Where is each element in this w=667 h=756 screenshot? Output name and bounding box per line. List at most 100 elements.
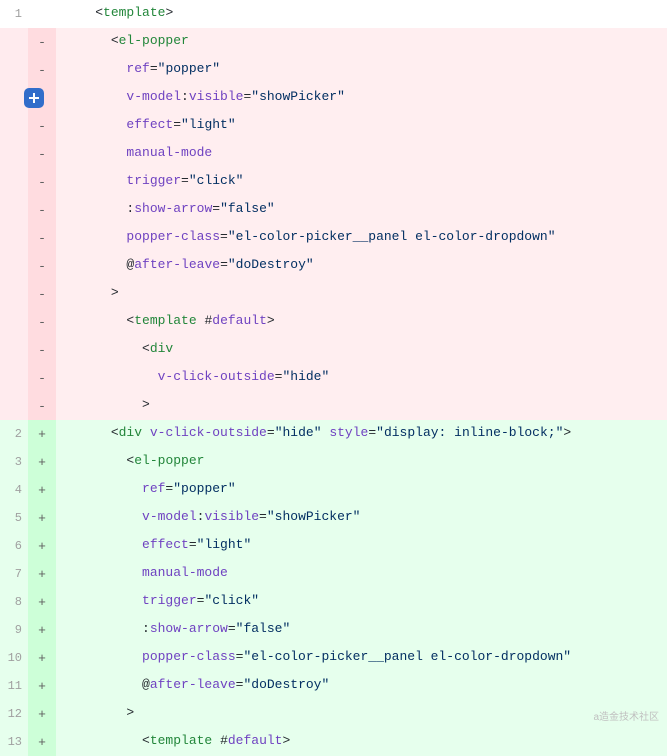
line-number: 12 [0,700,28,728]
diff-line[interactable]: - trigger="click" [0,168,667,196]
code-content: ref="popper" [56,476,667,504]
code-content: <div [56,336,667,364]
code-content: @after-leave="doDestroy" [56,252,667,280]
line-number: 3 [0,448,28,476]
diff-marker: - [28,280,56,308]
expand-button[interactable] [24,88,44,108]
diff-marker: - [28,196,56,224]
diff-line[interactable]: - v-click-outside="hide" [0,364,667,392]
diff-line[interactable]: - manual-mode [0,140,667,168]
diff-line[interactable]: 10+ popper-class="el-color-picker__panel… [0,644,667,672]
code-content: > [56,392,667,420]
code-content: manual-mode [56,560,667,588]
code-content: <div v-click-outside="hide" style="displ… [56,420,667,448]
code-content: manual-mode [56,140,667,168]
code-content: trigger="click" [56,588,667,616]
diff-marker: + [28,672,56,700]
code-content: effect="light" [56,532,667,560]
code-content: trigger="click" [56,168,667,196]
diff-marker: + [28,700,56,728]
line-number: 1 [0,0,28,28]
line-number [0,28,28,56]
code-content: v-click-outside="hide" [56,364,667,392]
diff-line[interactable]: 6+ effect="light" [0,532,667,560]
code-content: <template #default> [56,728,667,756]
diff-line[interactable]: 1 <template> [0,0,667,28]
line-number [0,56,28,84]
code-content: :show-arrow="false" [56,196,667,224]
line-number: 8 [0,588,28,616]
line-number: 6 [0,532,28,560]
line-number [0,252,28,280]
code-content: v-model:visible="showPicker" [56,84,667,112]
diff-marker [28,0,56,28]
line-number [0,224,28,252]
diff-line[interactable]: - <el-popper [0,28,667,56]
diff-line[interactable]: 5+ v-model:visible="showPicker" [0,504,667,532]
diff-marker: - [28,308,56,336]
line-number: 2 [0,420,28,448]
diff-marker: + [28,616,56,644]
line-number [0,112,28,140]
diff-marker: - [28,28,56,56]
diff-line[interactable]: - v-model:visible="showPicker" [0,84,667,112]
diff-line[interactable]: - > [0,280,667,308]
code-content: popper-class="el-color-picker__panel el-… [56,644,667,672]
diff-marker: + [28,644,56,672]
line-number: 13 [0,728,28,756]
line-number [0,140,28,168]
diff-marker: - [28,224,56,252]
line-number: 7 [0,560,28,588]
diff-line[interactable]: 4+ ref="popper" [0,476,667,504]
diff-line[interactable]: 11+ @after-leave="doDestroy" [0,672,667,700]
diff-marker: + [28,476,56,504]
diff-line[interactable]: 8+ trigger="click" [0,588,667,616]
line-number: 9 [0,616,28,644]
diff-line[interactable]: 3+ <el-popper [0,448,667,476]
diff-line[interactable]: - popper-class="el-color-picker__panel e… [0,224,667,252]
diff-marker: - [28,336,56,364]
diff-line[interactable]: 9+ :show-arrow="false" [0,616,667,644]
code-content: :show-arrow="false" [56,616,667,644]
diff-line[interactable]: 12+ > [0,700,667,728]
diff-marker: + [28,588,56,616]
code-content: @after-leave="doDestroy" [56,672,667,700]
code-content: <el-popper [56,448,667,476]
diff-marker: - [28,364,56,392]
line-number: 11 [0,672,28,700]
diff-line[interactable]: - ref="popper" [0,56,667,84]
diff-line[interactable]: - <div [0,336,667,364]
diff-line[interactable]: 2+ <div v-click-outside="hide" style="di… [0,420,667,448]
diff-line[interactable]: - <template #default> [0,308,667,336]
code-content: > [56,700,667,728]
line-number: 10 [0,644,28,672]
code-content: <template #default> [56,308,667,336]
diff-marker: + [28,420,56,448]
diff-line[interactable]: 7+ manual-mode [0,560,667,588]
code-content: v-model:visible="showPicker" [56,504,667,532]
diff-line[interactable]: - > [0,392,667,420]
diff-marker: - [28,392,56,420]
line-number: 4 [0,476,28,504]
diff-marker: - [28,140,56,168]
line-number [0,364,28,392]
line-number [0,168,28,196]
diff-marker: + [28,532,56,560]
diff-line[interactable]: 13+ <template #default> [0,728,667,756]
code-content: <template> [56,0,667,28]
diff-line[interactable]: - :show-arrow="false" [0,196,667,224]
diff-marker: + [28,728,56,756]
line-number [0,392,28,420]
code-content: popper-class="el-color-picker__panel el-… [56,224,667,252]
plus-icon [28,92,40,104]
diff-view: 1 <template>- <el-popper- ref="popper"- … [0,0,667,756]
diff-line[interactable]: - effect="light" [0,112,667,140]
line-number [0,336,28,364]
diff-line[interactable]: - @after-leave="doDestroy" [0,252,667,280]
diff-marker: - [28,112,56,140]
line-number [0,308,28,336]
diff-marker: - [28,56,56,84]
line-number [0,196,28,224]
watermark-text: a造金技术社区 [593,708,659,723]
diff-marker: + [28,560,56,588]
